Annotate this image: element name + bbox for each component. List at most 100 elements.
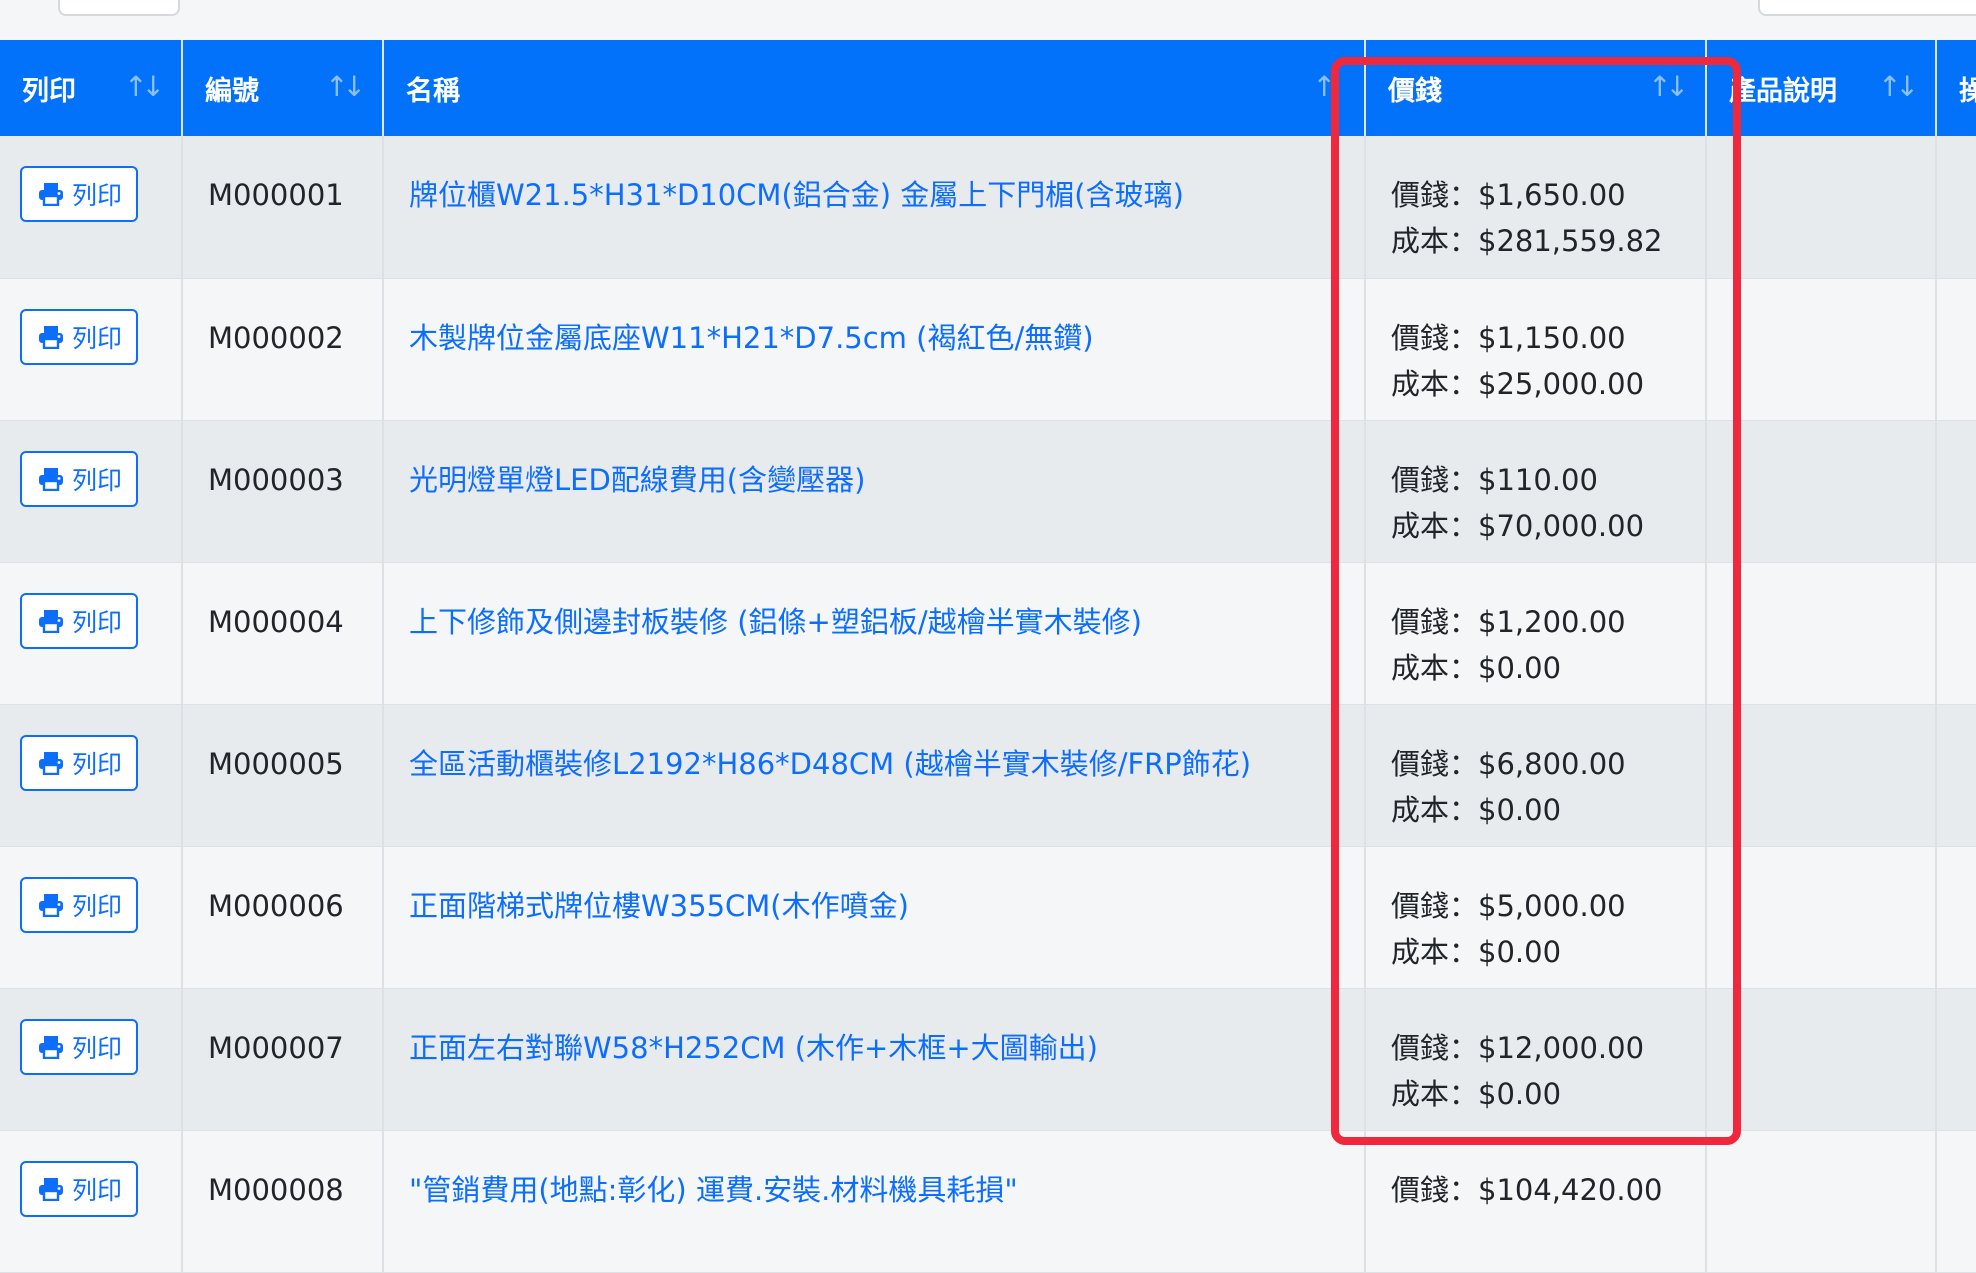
price-cell: 價錢：$1,150.00 成本：$25,000.00 xyxy=(1365,278,1707,421)
product-name-link[interactable]: 上下修飾及側邊封板裝修 (鋁條+塑鋁板/越檜半實木裝修) xyxy=(409,605,1142,639)
cost-value: 成本：$0.00 xyxy=(1391,934,1562,969)
table-row: 列印 M000006 正面階梯式牌位樓W355CM(木作噴金) 價錢：$5,000.0… xyxy=(0,846,1976,989)
print-button-label: 列印 xyxy=(72,323,123,353)
price-value: 價錢：$1,650.00 xyxy=(1391,178,1626,212)
product-name-cell: 牌位櫃W21.5*H31*D10CM(鋁合金) 金屬上下門楣(含玻璃) xyxy=(383,136,1366,279)
sort-arrows-icon[interactable]: ↑↓ xyxy=(325,70,366,103)
product-name-cell: 上下修飾及側邊封板裝修 (鋁條+塑鋁板/越檜半實木裝修) xyxy=(383,562,1366,705)
more-cell xyxy=(1936,278,1976,421)
column-header-print[interactable]: 列印 ↑↓ xyxy=(0,40,183,136)
print-button[interactable]: 列印 xyxy=(20,166,138,222)
print-button[interactable]: 列印 xyxy=(20,1018,138,1075)
toolbar-button-left[interactable] xyxy=(58,0,180,16)
printer-icon xyxy=(39,609,63,633)
price-value: 價錢：$6,800.00 xyxy=(1391,746,1626,781)
column-header-more[interactable]: 操 xyxy=(1936,40,1976,136)
description-cell xyxy=(1706,562,1937,705)
top-toolbar xyxy=(0,0,1976,40)
print-button-label: 列印 xyxy=(72,1033,123,1063)
price-value: 價錢：$5,000.00 xyxy=(1391,888,1626,923)
print-button-label: 列印 xyxy=(72,1175,123,1205)
more-cell xyxy=(1936,562,1976,705)
sort-arrows-icon[interactable]: ↑↓ xyxy=(1878,70,1919,103)
search-input[interactable] xyxy=(1758,0,1976,16)
product-code: M000005 xyxy=(182,704,384,847)
sort-arrows-icon[interactable]: ↑↓ xyxy=(124,70,165,103)
table-row: 列印 M000005 全區活動櫃裝修L2192*H86*D48CM (越檜半實木裝修… xyxy=(0,704,1976,847)
column-header-label: 操 xyxy=(1959,76,1976,107)
product-code: M000004 xyxy=(182,562,384,705)
product-code: M000001 xyxy=(182,136,384,279)
column-header-price[interactable]: 價錢 ↑↓ xyxy=(1365,40,1707,136)
cost-value: 成本：$25,000.00 xyxy=(1391,366,1645,401)
column-header-label: 產品說明 xyxy=(1729,75,1837,107)
product-name-link[interactable]: 木製牌位金屬底座W11*H21*D7.5cm (褐紅色/無鑽) xyxy=(409,321,1094,355)
print-button-label: 列印 xyxy=(72,465,123,495)
column-header-code[interactable]: 編號 ↑↓ xyxy=(182,40,384,136)
product-name-link[interactable]: 全區活動櫃裝修L2192*H86*D48CM (越檜半實木裝修/FRP飾花) xyxy=(409,747,1251,781)
description-cell xyxy=(1706,278,1937,421)
print-cell: 列印 xyxy=(0,704,183,847)
price-value: 價錢：$12,000.00 xyxy=(1391,1030,1645,1065)
table-row: 列印 M000003 光明燈單燈LED配線費用(含變壓器) 價錢：$110.00 成本：… xyxy=(0,420,1976,563)
column-header-label: 價錢 xyxy=(1388,75,1442,107)
product-name-link[interactable]: "管銷費用(地點:彰化) 運費.安裝.材料機具耗損" xyxy=(409,1173,1018,1207)
price-value: 價錢：$110.00 xyxy=(1391,462,1598,497)
more-cell xyxy=(1936,704,1976,847)
description-cell xyxy=(1706,704,1937,847)
printer-icon xyxy=(39,467,63,491)
print-button[interactable]: 列印 xyxy=(20,876,138,933)
print-cell: 列印 xyxy=(0,1130,183,1273)
price-value: 價錢：$104,420.00 xyxy=(1391,1172,1663,1207)
description-cell xyxy=(1706,136,1937,279)
price-cell: 價錢：$104,420.00 xyxy=(1365,1130,1707,1273)
cost-value: 成本：$281,559.82 xyxy=(1391,224,1663,258)
price-cell: 價錢：$110.00 成本：$70,000.00 xyxy=(1365,420,1707,563)
print-button[interactable]: 列印 xyxy=(20,592,138,649)
table-header-row: 列印 ↑↓ 編號 ↑↓ 名稱 ↑ 價錢 ↑↓ 產品說明 ↑↓ 操 xyxy=(0,40,1976,136)
print-button[interactable]: 列印 xyxy=(20,308,138,365)
print-button-label: 列印 xyxy=(72,891,123,921)
print-cell: 列印 xyxy=(0,562,183,705)
price-cell: 價錢：$1,650.00 成本：$281,559.82 xyxy=(1365,136,1707,279)
price-value: 價錢：$1,200.00 xyxy=(1391,604,1626,639)
cost-value: 成本：$70,000.00 xyxy=(1391,508,1645,543)
product-code: M000003 xyxy=(182,420,384,563)
print-button[interactable]: 列印 xyxy=(20,734,138,791)
print-button-label: 列印 xyxy=(72,607,123,637)
product-code: M000006 xyxy=(182,846,384,989)
column-header-name[interactable]: 名稱 ↑ xyxy=(383,40,1366,136)
product-name-link[interactable]: 正面階梯式牌位樓W355CM(木作噴金) xyxy=(409,889,909,923)
printer-icon xyxy=(39,183,63,206)
print-button-label: 列印 xyxy=(72,181,123,210)
print-button-label: 列印 xyxy=(72,749,123,779)
price-cell: 價錢：$12,000.00 成本：$0.00 xyxy=(1365,988,1707,1131)
column-header-description[interactable]: 產品說明 ↑↓ xyxy=(1706,40,1937,136)
product-code: M000007 xyxy=(182,988,384,1131)
printer-icon xyxy=(39,751,63,775)
printer-icon xyxy=(39,1177,63,1201)
printer-icon xyxy=(39,325,63,349)
table-row: 列印 M000004 上下修飾及側邊封板裝修 (鋁條+塑鋁板/越檜半實木裝修) 價錢：… xyxy=(0,562,1976,705)
sort-arrows-icon[interactable]: ↑ xyxy=(1313,70,1336,103)
product-name-cell: "管銷費用(地點:彰化) 運費.安裝.材料機具耗損" xyxy=(383,1130,1366,1273)
print-cell: 列印 xyxy=(0,988,183,1131)
print-button[interactable]: 列印 xyxy=(20,1160,138,1217)
print-cell: 列印 xyxy=(0,278,183,421)
product-name-link[interactable]: 正面左右對聯W58*H252CM (木作+木框+大圖輸出) xyxy=(409,1031,1098,1065)
product-name-link[interactable]: 光明燈單燈LED配線費用(含變壓器) xyxy=(409,463,865,497)
print-cell: 列印 xyxy=(0,420,183,563)
print-button[interactable]: 列印 xyxy=(20,450,138,507)
more-cell xyxy=(1936,988,1976,1131)
product-name-link[interactable]: 牌位櫃W21.5*H31*D10CM(鋁合金) 金屬上下門楣(含玻璃) xyxy=(409,178,1184,212)
more-cell xyxy=(1936,136,1976,279)
table-row: 列印 M000001 牌位櫃W21.5*H31*D10CM(鋁合金) 金屬上下門楣(… xyxy=(0,136,1976,279)
sort-arrows-icon[interactable]: ↑↓ xyxy=(1648,70,1689,103)
product-name-cell: 全區活動櫃裝修L2192*H86*D48CM (越檜半實木裝修/FRP飾花) xyxy=(383,704,1366,847)
more-cell xyxy=(1936,1130,1976,1273)
description-cell xyxy=(1706,988,1937,1131)
more-cell xyxy=(1936,420,1976,563)
price-cell: 價錢：$5,000.00 成本：$0.00 xyxy=(1365,846,1707,989)
product-name-cell: 光明燈單燈LED配線費用(含變壓器) xyxy=(383,420,1366,563)
product-name-cell: 木製牌位金屬底座W11*H21*D7.5cm (褐紅色/無鑽) xyxy=(383,278,1366,421)
